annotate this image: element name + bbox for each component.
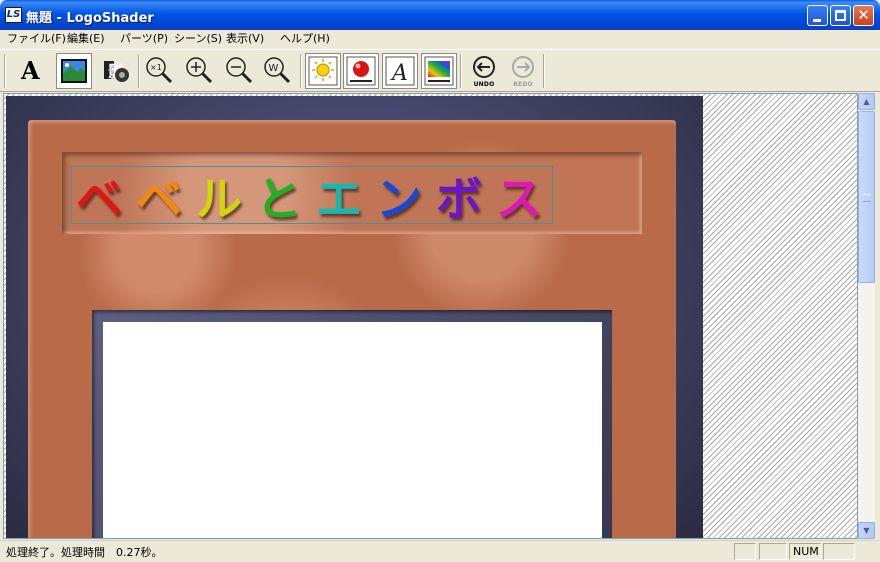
status-message: 処理終了。処理時間 0.27秒。	[6, 546, 163, 559]
menu-bar: ファイル(F) 編集(E) パーツ(P) シーン(S) 表示(V) ヘルプ(H)	[0, 30, 880, 49]
undo-button[interactable]: UNDO	[466, 53, 502, 89]
undo-icon	[473, 56, 495, 78]
chevron-down-icon: ▼	[863, 526, 870, 535]
redo-button[interactable]: REDO	[505, 53, 541, 89]
card-frame: ベベルとエンボス	[6, 96, 703, 538]
zoom-fit-button[interactable]: W	[260, 53, 296, 89]
background-image-icon	[61, 59, 87, 83]
light-button[interactable]	[305, 53, 341, 89]
logo-glyph: ン	[376, 172, 422, 225]
menu-edit[interactable]: 編集(E)	[66, 32, 106, 48]
zoom-actual-button[interactable]: ×1	[142, 53, 178, 89]
zoom-in-button[interactable]	[182, 53, 218, 89]
status-panel-scroll	[823, 543, 855, 560]
toolbar-separator	[300, 54, 302, 88]
stamp-icon: 影	[104, 61, 129, 82]
close-button[interactable]: ✕	[853, 5, 874, 26]
undo-label: UNDO	[473, 81, 495, 88]
sphere-icon	[346, 56, 376, 86]
scroll-up-button[interactable]: ▲	[858, 93, 875, 110]
zoom-out-icon	[226, 57, 253, 84]
toolbar-separator	[460, 54, 462, 88]
card-background: ベベルとエンボス	[28, 120, 676, 538]
minimize-button[interactable]	[807, 5, 828, 26]
menu-scene[interactable]: シーン(S)	[173, 32, 223, 48]
svg-text:W: W	[269, 63, 279, 74]
menu-view[interactable]: 表示(V)	[225, 32, 265, 48]
sphere-button[interactable]	[343, 53, 379, 89]
toolbar-separator	[4, 54, 6, 88]
svg-text:A: A	[390, 61, 408, 86]
toolbar-separator	[543, 54, 545, 88]
zoom-out-button[interactable]	[222, 53, 258, 89]
background-image-button[interactable]	[56, 53, 92, 89]
rainbow-gradient-button[interactable]	[421, 53, 457, 89]
stamp-button[interactable]: 影	[98, 53, 134, 89]
artwork-window	[103, 322, 602, 538]
status-panel-blank	[759, 543, 787, 560]
app-icon[interactable]: LS	[5, 7, 22, 23]
close-icon: ✕	[857, 6, 870, 24]
redo-label: REDO	[513, 81, 533, 88]
artwork-frame	[92, 310, 612, 538]
redo-icon	[512, 56, 534, 78]
logo-glyph: と	[256, 172, 302, 225]
menu-help[interactable]: ヘルプ(H)	[279, 32, 331, 48]
logo-glyph: ベ	[76, 172, 122, 225]
window-title: 無題 - LogoShader	[26, 11, 154, 26]
toolbar: A 影 ×1	[0, 49, 880, 92]
title-plate: ベベルとエンボス	[62, 152, 642, 234]
status-bar: 処理終了。処理時間 0.27秒。 NUM	[0, 540, 880, 562]
vertical-scrollbar[interactable]: ▲ ▼	[858, 93, 875, 539]
text-tool-button[interactable]: A	[14, 53, 50, 89]
num-indicator: NUM	[789, 543, 821, 560]
logo-selection[interactable]: ベベルとエンボス	[71, 166, 553, 225]
grip-icon	[863, 194, 871, 202]
logo-glyph: ボ	[436, 172, 482, 225]
minimize-icon	[813, 19, 821, 22]
chevron-up-icon: ▲	[863, 97, 870, 106]
status-panel-caps	[734, 543, 756, 560]
light-icon	[308, 56, 338, 86]
title-bar: LS 無題 - LogoShader ✕	[0, 0, 880, 30]
zoom-actual-icon: ×1	[146, 57, 173, 84]
logo-text-graphic: ベベルとエンボス	[76, 172, 542, 225]
maximize-button[interactable]	[830, 5, 851, 26]
zoom-in-icon	[186, 57, 213, 84]
menu-file[interactable]: ファイル(F)	[6, 32, 67, 48]
text-icon: A	[21, 56, 40, 85]
toolbar-separator	[138, 54, 140, 88]
rainbow-gradient-icon	[424, 56, 454, 86]
logo-glyph: ス	[496, 172, 542, 225]
scroll-thumb[interactable]	[858, 111, 875, 283]
svg-text:×1: ×1	[150, 63, 162, 72]
zoom-fit-icon: W	[264, 57, 291, 84]
menu-parts[interactable]: パーツ(P)	[119, 32, 169, 48]
logo-glyph: ル	[196, 172, 242, 225]
text-style-button[interactable]: A	[382, 53, 418, 89]
logo-glyph: エ	[316, 172, 362, 225]
canvas-area[interactable]: ベベルとエンボス	[3, 93, 858, 539]
logo-glyph: ベ	[136, 172, 182, 225]
scroll-down-button[interactable]: ▼	[858, 522, 875, 539]
maximize-icon	[835, 10, 846, 21]
text-style-icon: A	[385, 56, 415, 86]
